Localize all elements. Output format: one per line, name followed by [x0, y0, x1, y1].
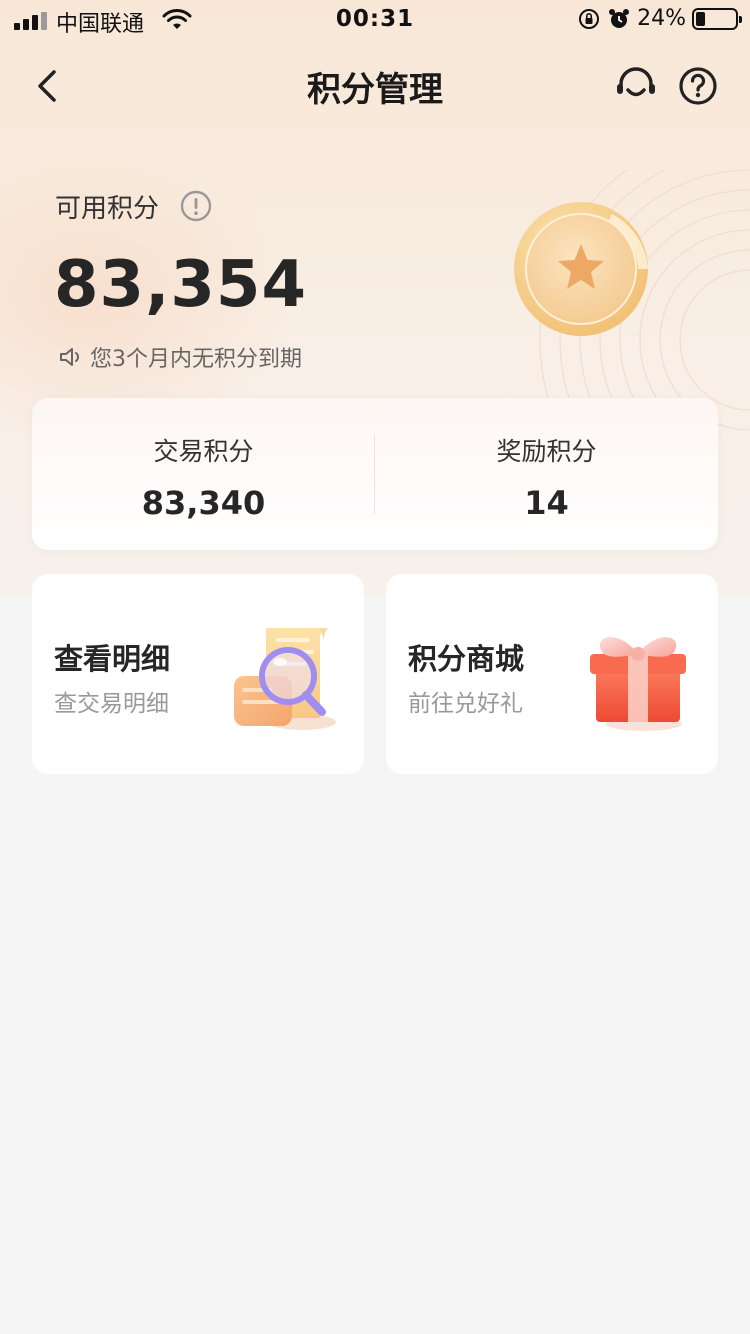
- nav-bar: 积分管理: [0, 42, 750, 130]
- expire-notice: 您3个月内无积分到期: [58, 341, 302, 373]
- points-mall-title: 积分商城: [408, 642, 525, 676]
- reward-points: 奖励积分 14: [375, 398, 718, 550]
- help-icon[interactable]: [676, 64, 720, 108]
- trade-points-value: 83,340: [141, 484, 266, 522]
- view-details-tile[interactable]: 查看明细 查交易明细: [32, 574, 364, 774]
- reward-points-value: 14: [524, 484, 569, 522]
- points-mall-subtitle: 前往兑好礼: [408, 691, 523, 717]
- medal-star-icon: [514, 202, 648, 336]
- trade-points: 交易积分 83,340: [32, 398, 375, 550]
- trade-points-label: 交易积分: [153, 437, 254, 466]
- available-points-label: 可用积分: [55, 194, 160, 224]
- view-details-subtitle: 查交易明细: [54, 691, 169, 717]
- info-icon[interactable]: [180, 190, 212, 222]
- view-details-title: 查看明细: [54, 642, 171, 676]
- magnifier-document-icon: [234, 628, 336, 730]
- reward-points-label: 奖励积分: [496, 437, 597, 466]
- gift-box-icon: [590, 637, 686, 731]
- battery-percent: 24%: [637, 6, 686, 31]
- battery-icon: [692, 7, 742, 30]
- speaker-icon: [60, 348, 79, 366]
- status-bar: 中国联通 00:31 24%: [0, 0, 750, 42]
- available-points-value: 83,354: [54, 248, 307, 322]
- points-mall-tile[interactable]: 积分商城 前往兑好礼: [386, 574, 718, 774]
- points-management-page: 中国联通 00:31 24% 积分管理 可用积分 83,354 您3个月内无积分…: [0, 0, 750, 1334]
- alarm-icon: [609, 8, 630, 28]
- expire-notice-text: 您3个月内无积分到期: [90, 347, 302, 372]
- orientation-lock-icon: [579, 8, 600, 29]
- customer-service-icon[interactable]: [612, 62, 660, 110]
- points-breakdown-card: 交易积分 83,340 奖励积分 14: [32, 398, 718, 550]
